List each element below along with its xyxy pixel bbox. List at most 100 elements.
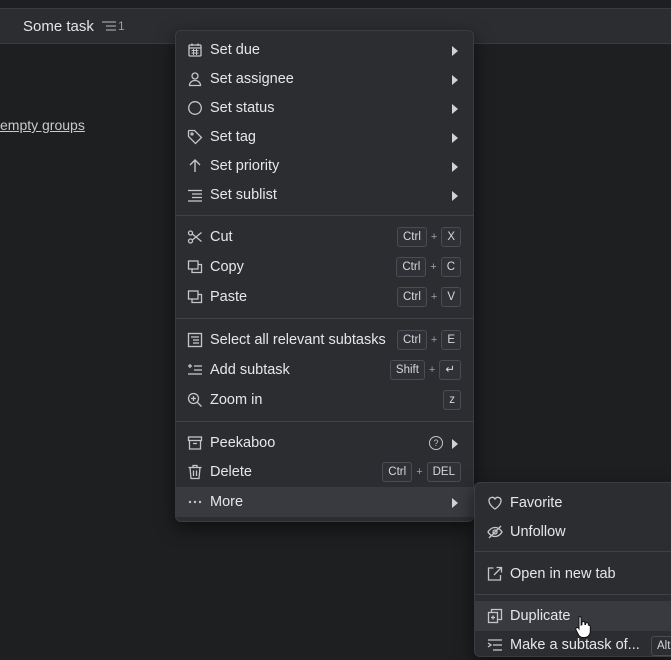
submenu-item-duplicate[interactable]: Duplicate — [475, 601, 671, 631]
menu-divider — [176, 215, 473, 216]
shortcut-key: ↵ — [439, 360, 461, 380]
subtask-list-icon — [102, 21, 116, 31]
shortcut-key: DEL — [426, 462, 461, 482]
task-title[interactable]: Some task — [23, 18, 94, 35]
shortcut-keys: z — [443, 390, 461, 410]
menu-item-copy[interactable]: Copy Ctrl + C — [176, 252, 473, 282]
shortcut-keys: Ctrl + E — [397, 330, 461, 350]
menu-item-label: Make a subtask of... — [510, 637, 640, 653]
menu-item-label: Set tag — [210, 129, 256, 145]
menu-divider — [176, 318, 473, 319]
submenu-arrow-icon — [452, 439, 458, 449]
menu-item-set-assignee[interactable]: Set assignee — [176, 64, 473, 94]
menu-item-set-sublist[interactable]: Set sublist — [176, 180, 473, 210]
tag-icon — [187, 129, 203, 145]
shortcut-key: C — [440, 257, 461, 277]
menu-item-set-due[interactable]: Set due — [176, 35, 473, 65]
menu-item-cut[interactable]: Cut Ctrl + X — [176, 222, 473, 252]
subtask-count[interactable]: 1 — [101, 19, 125, 33]
menu-item-paste[interactable]: Paste Ctrl + V — [176, 282, 473, 312]
task-context-menu: Set due Set assignee Set status Set tag … — [175, 30, 474, 522]
menu-item-select-all-subtasks[interactable]: Select all relevant subtasks Ctrl + E — [176, 325, 473, 355]
menu-item-label: Set priority — [210, 158, 280, 174]
scissors-icon — [187, 229, 203, 245]
submenu-item-make-subtask-of[interactable]: Make a subtask of... Alt — [475, 630, 671, 660]
person-icon — [187, 71, 203, 87]
shortcut-key: V — [441, 287, 461, 307]
menu-item-label: Set status — [210, 100, 275, 116]
menu-item-set-status[interactable]: Set status — [176, 93, 473, 123]
submenu-arrow-icon — [452, 133, 458, 143]
shortcut-plus: + — [430, 334, 438, 346]
select-all-icon — [187, 332, 203, 348]
menu-item-label: Favorite — [510, 495, 563, 511]
shortcut-plus: + — [430, 291, 438, 303]
menu-item-label: Unfollow — [510, 524, 566, 540]
duplicate-icon — [487, 608, 503, 624]
menu-item-set-tag[interactable]: Set tag — [176, 122, 473, 152]
shortcut-key: E — [441, 330, 461, 350]
empty-groups-link[interactable]: empty groups — [0, 117, 85, 133]
menu-item-peekaboo[interactable]: Peekaboo ? — [176, 428, 473, 458]
menu-item-label: Open in new tab — [510, 566, 616, 582]
submenu-item-open-new-tab[interactable]: Open in new tab — [475, 559, 671, 589]
submenu-arrow-icon — [452, 104, 458, 114]
sublist-icon — [187, 187, 203, 203]
submenu-arrow-icon — [452, 191, 458, 201]
menu-item-label: More — [210, 494, 244, 510]
shortcut-keys: Shift + ↵ — [389, 360, 461, 380]
shortcut-plus: + — [430, 261, 437, 273]
calendar-icon — [187, 42, 203, 58]
menu-item-delete[interactable]: Delete Ctrl + DEL — [176, 457, 473, 487]
shortcut-key: Ctrl — [397, 330, 427, 350]
external-link-icon — [487, 566, 503, 582]
submenu-item-favorite[interactable]: Favorite — [475, 488, 671, 518]
heart-icon — [487, 495, 503, 511]
add-subtask-icon — [187, 362, 203, 378]
shortcut-key: Ctrl — [397, 227, 427, 247]
eye-off-icon — [487, 524, 503, 540]
menu-divider — [475, 594, 671, 595]
menu-divider — [475, 551, 671, 552]
shortcut-keys: Ctrl + DEL — [382, 462, 461, 482]
shortcut-keys: Ctrl + C — [396, 257, 461, 277]
submenu-item-unfollow[interactable]: Unfollow — [475, 517, 671, 547]
shortcut-plus: + — [416, 466, 423, 478]
menu-item-label: Set assignee — [210, 71, 294, 87]
shortcut-key: Shift — [389, 360, 425, 380]
shortcut-key: Ctrl — [382, 462, 413, 482]
make-subtask-icon — [487, 637, 503, 653]
menu-item-label: Duplicate — [510, 608, 571, 624]
menu-item-more[interactable]: More — [176, 487, 473, 517]
menu-item-label: Delete — [210, 464, 252, 480]
shortcut-key: Ctrl — [396, 257, 427, 277]
trash-icon — [187, 464, 203, 480]
menu-divider — [176, 421, 473, 422]
menu-item-label: Set sublist — [210, 187, 277, 203]
submenu-arrow-icon — [452, 498, 458, 508]
more-submenu: Favorite Unfollow Open in new tab Duplic… — [474, 482, 671, 657]
archive-icon — [187, 435, 203, 451]
menu-item-label: Copy — [210, 259, 244, 275]
submenu-arrow-icon — [452, 46, 458, 56]
copy-icon — [187, 259, 203, 275]
hand-cursor-icon — [575, 615, 591, 638]
arrow-up-icon — [187, 158, 203, 174]
menu-item-set-priority[interactable]: Set priority — [176, 151, 473, 181]
menu-item-zoom-in[interactable]: Zoom in z — [176, 385, 473, 415]
menu-item-label: Cut — [210, 229, 233, 245]
submenu-arrow-icon — [452, 75, 458, 85]
menu-item-add-subtask[interactable]: Add subtask Shift + ↵ — [176, 355, 473, 385]
help-icon[interactable]: ? — [429, 436, 443, 450]
shortcut-key: Alt — [651, 636, 671, 656]
menu-item-label: Set due — [210, 42, 260, 58]
menu-item-label: Peekaboo — [210, 435, 276, 451]
shortcut-key: Ctrl — [397, 287, 427, 307]
menu-item-label: Add subtask — [210, 362, 290, 378]
shortcut-key: z — [443, 390, 461, 410]
menu-item-label: Paste — [210, 289, 248, 305]
ellipsis-icon — [187, 494, 203, 510]
shortcut-plus: + — [430, 231, 438, 243]
menu-item-label: Zoom in — [210, 392, 263, 408]
menu-item-label: Select all relevant subtasks — [210, 332, 386, 348]
